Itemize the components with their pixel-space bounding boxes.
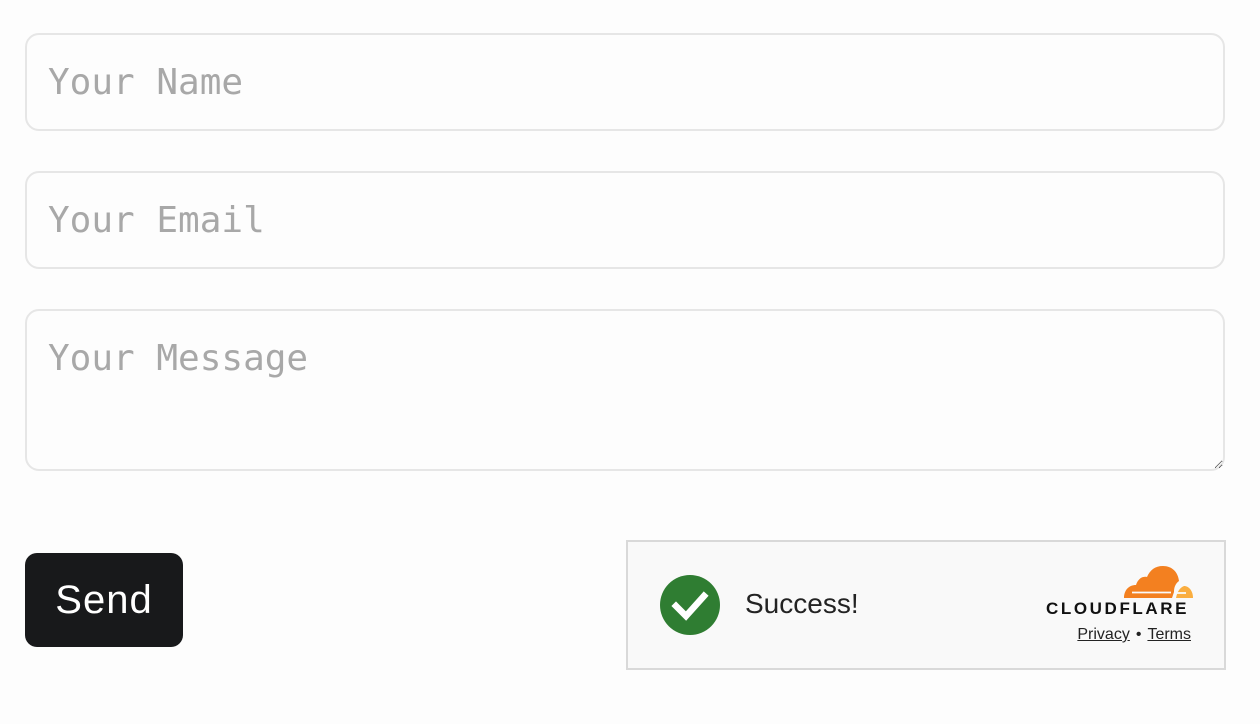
email-field[interactable] (25, 171, 1225, 269)
privacy-link[interactable]: Privacy (1077, 626, 1129, 643)
cloudflare-links: Privacy • Terms (1077, 626, 1191, 644)
send-button[interactable]: Send (25, 553, 183, 647)
success-status-text: Success! (745, 588, 859, 619)
check-circle-icon (660, 575, 720, 635)
cloudflare-cloud-icon (1124, 566, 1193, 598)
terms-link[interactable]: Terms (1147, 626, 1191, 643)
cloudflare-turnstile-widget: Success! CLOUDFLARE Privacy • Terms (626, 540, 1226, 670)
link-separator: • (1135, 626, 1142, 643)
message-field[interactable] (25, 309, 1225, 471)
name-field[interactable] (25, 33, 1225, 131)
cloudflare-logo-text: CLOUDFLARE (1046, 599, 1190, 618)
